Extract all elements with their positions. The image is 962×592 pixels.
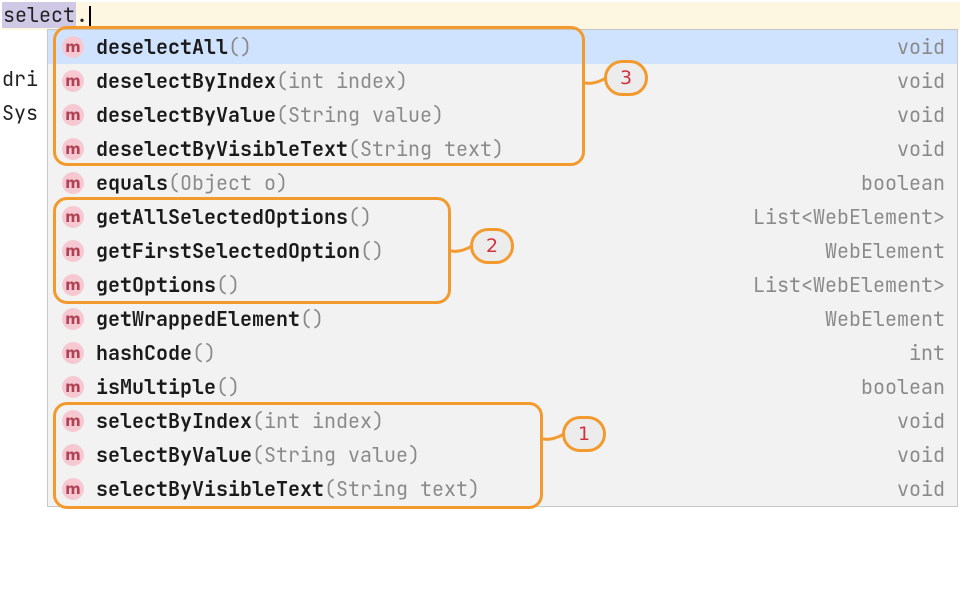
completion-return-type: List<WebElement> <box>753 272 945 298</box>
completion-return-type: void <box>897 68 945 94</box>
completion-item-getAllSelectedOptions[interactable]: m getAllSelectedOptions() List<WebElemen… <box>48 200 957 234</box>
completion-item-deselectByIndex[interactable]: m deselectByIndex(int index) void <box>48 64 957 98</box>
method-icon: m <box>62 308 84 330</box>
editor-bg-text-dri: dri <box>2 66 38 92</box>
completion-item-getWrappedElement[interactable]: m getWrappedElement() WebElement <box>48 302 957 336</box>
method-icon: m <box>62 444 84 466</box>
completion-params: (String text) <box>324 476 480 502</box>
completion-name: getAllSelectedOptions <box>96 204 348 230</box>
completion-item-deselectAll[interactable]: m deselectAll() void <box>48 30 957 64</box>
editor-typed-text: select <box>2 2 76 28</box>
completion-return-type: void <box>897 442 945 468</box>
completion-return-type: int <box>909 340 945 366</box>
completion-params: () <box>192 340 216 366</box>
completion-params: () <box>216 374 240 400</box>
completion-params: (Object o) <box>168 170 288 196</box>
completion-name: deselectAll <box>96 34 228 60</box>
method-icon: m <box>62 410 84 432</box>
completion-params: () <box>300 306 324 332</box>
editor-dot: . <box>76 2 88 28</box>
completion-return-type: void <box>897 102 945 128</box>
completion-return-type: WebElement <box>825 306 945 332</box>
completion-params: () <box>228 34 252 60</box>
editor-bg-text-sys: Sys <box>2 100 38 126</box>
completion-params: (int index) <box>252 408 384 434</box>
completion-item-equals[interactable]: m equals(Object o) boolean <box>48 166 957 200</box>
completion-item-getFirstSelectedOption[interactable]: m getFirstSelectedOption() WebElement <box>48 234 957 268</box>
completion-return-type: boolean <box>861 170 945 196</box>
completion-item-hashCode[interactable]: m hashCode() int <box>48 336 957 370</box>
completion-name: getOptions <box>96 272 216 298</box>
completion-name: isMultiple <box>96 374 216 400</box>
completion-name: getFirstSelectedOption <box>96 238 360 264</box>
completion-params: (String text) <box>348 136 504 162</box>
completion-item-deselectByVisibleText[interactable]: m deselectByVisibleText(String text) voi… <box>48 132 957 166</box>
completion-return-type: boolean <box>861 374 945 400</box>
completion-item-selectByValue[interactable]: m selectByValue(String value) void <box>48 438 957 472</box>
completion-return-type: void <box>897 136 945 162</box>
completion-name: selectByIndex <box>96 408 252 434</box>
completion-params: () <box>360 238 384 264</box>
method-icon: m <box>62 70 84 92</box>
completion-name: deselectByValue <box>96 102 276 128</box>
completion-name: hashCode <box>96 340 192 366</box>
completion-return-type: WebElement <box>825 238 945 264</box>
completion-return-type: void <box>897 34 945 60</box>
completion-name: deselectByVisibleText <box>96 136 348 162</box>
method-icon: m <box>62 172 84 194</box>
text-cursor <box>89 6 91 28</box>
method-icon: m <box>62 240 84 262</box>
completion-name: equals <box>96 170 168 196</box>
method-icon: m <box>62 36 84 58</box>
completion-item-deselectByValue[interactable]: m deselectByValue(String value) void <box>48 98 957 132</box>
completion-item-isMultiple[interactable]: m isMultiple() boolean <box>48 370 957 404</box>
completion-params: (String value) <box>252 442 420 468</box>
completion-params: () <box>216 272 240 298</box>
completion-params: () <box>348 204 372 230</box>
code-completion-popup: m deselectAll() void m deselectByIndex(i… <box>47 29 958 507</box>
completion-params: (String value) <box>276 102 444 128</box>
method-icon: m <box>62 138 84 160</box>
completion-return-type: void <box>897 408 945 434</box>
completion-return-type: void <box>897 476 945 502</box>
method-icon: m <box>62 274 84 296</box>
method-icon: m <box>62 206 84 228</box>
method-icon: m <box>62 376 84 398</box>
method-icon: m <box>62 342 84 364</box>
completion-name: deselectByIndex <box>96 68 276 94</box>
completion-item-getOptions[interactable]: m getOptions() List<WebElement> <box>48 268 957 302</box>
completion-item-selectByIndex[interactable]: m selectByIndex(int index) void <box>48 404 957 438</box>
completion-params: (int index) <box>276 68 408 94</box>
method-icon: m <box>62 478 84 500</box>
method-icon: m <box>62 104 84 126</box>
completion-name: getWrappedElement <box>96 306 300 332</box>
completion-name: selectByVisibleText <box>96 476 324 502</box>
editor-current-line[interactable]: select. <box>2 2 960 30</box>
completion-name: selectByValue <box>96 442 252 468</box>
completion-item-selectByVisibleText[interactable]: m selectByVisibleText(String text) void <box>48 472 957 506</box>
completion-return-type: List<WebElement> <box>753 204 945 230</box>
